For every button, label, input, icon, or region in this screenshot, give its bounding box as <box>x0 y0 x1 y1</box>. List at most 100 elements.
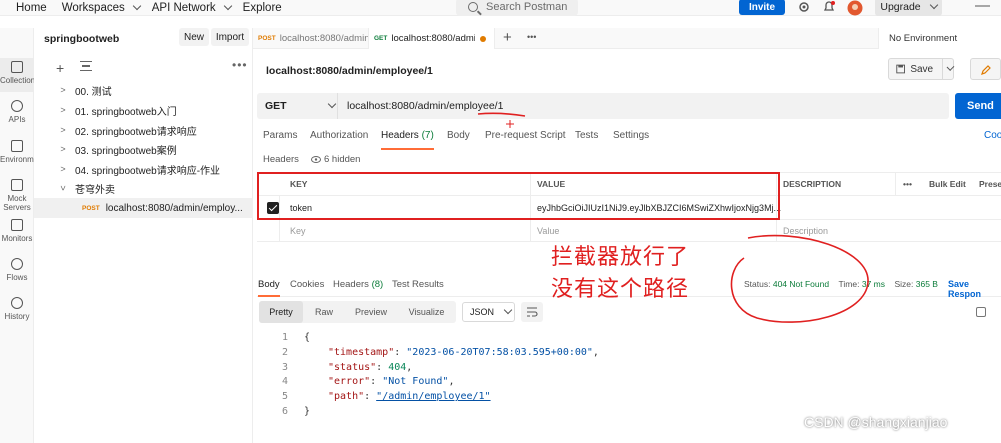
edit-button[interactable] <box>970 58 1001 80</box>
chevron-down-icon: > <box>58 185 68 191</box>
new-label: New <box>183 31 204 43</box>
save-button[interactable]: Save <box>888 58 955 80</box>
tab-prerequest-script[interactable]: Pre-request Script <box>485 130 566 150</box>
tab-response-cookies[interactable]: Cookies <box>290 279 324 297</box>
collection-item[interactable]: >00. 测试 <box>34 80 253 100</box>
header-key-cell[interactable]: token <box>284 196 312 219</box>
tab-test-results[interactable]: Test Results <box>392 279 444 297</box>
column-key: KEY <box>290 179 308 189</box>
description-input[interactable]: Description <box>777 220 828 241</box>
gear-icon[interactable] <box>797 0 811 14</box>
column-description: DESCRIPTION <box>783 179 842 189</box>
collection-label: 苍穹外卖 <box>75 184 115 196</box>
copy-icon[interactable] <box>976 307 986 317</box>
nav-home[interactable]: Home <box>16 0 50 16</box>
view-pretty[interactable]: Pretty <box>259 301 303 323</box>
bulk-edit-button[interactable]: Bulk Edit <box>923 173 966 195</box>
send-label: Send <box>967 100 994 112</box>
comma: , <box>448 376 455 388</box>
collection-item[interactable]: >04. springbootweb请求响应-作业 <box>34 159 253 179</box>
search-input[interactable]: Search Postman <box>456 0 578 16</box>
chevron-down-icon[interactable] <box>946 63 955 71</box>
upgrade-button[interactable]: Upgrade <box>875 0 942 16</box>
tab-settings[interactable]: Settings <box>613 130 649 150</box>
nav-explore[interactable]: Explore <box>243 0 285 16</box>
json-link-value[interactable]: "/admin/employee/1" <box>376 390 490 405</box>
rail-mock-servers[interactable]: Mock Servers <box>0 179 34 212</box>
more-icon[interactable]: ••• <box>232 58 248 72</box>
json-value: 404 <box>388 361 407 373</box>
more-tabs-icon[interactable]: ••• <box>527 32 536 42</box>
collection-item[interactable]: > 苍穹外卖 <box>34 178 253 198</box>
nav-api-network[interactable]: API Network <box>151 0 232 16</box>
view-visualize[interactable]: Visualize <box>397 301 456 323</box>
value-input[interactable]: Value <box>531 220 559 241</box>
rail-collections[interactable]: Collections <box>0 58 39 92</box>
invite-button[interactable]: Invite <box>739 0 785 15</box>
tab-response-headers[interactable]: Headers (8) <box>333 279 383 297</box>
collection-item[interactable]: >01. springbootweb入门 <box>34 100 253 120</box>
nav-api-network-label: API Network <box>151 2 216 14</box>
filter-icon[interactable] <box>80 61 92 71</box>
tab-response-body[interactable]: Body <box>258 279 280 297</box>
key-input[interactable]: Key <box>284 220 306 241</box>
row-checkbox[interactable] <box>261 196 279 219</box>
method-tag: POST <box>258 35 276 42</box>
import-button[interactable]: Import <box>211 28 249 46</box>
column-value: VALUE <box>537 179 566 189</box>
upgrade-label: Upgrade <box>880 1 921 13</box>
format-select[interactable]: JSON <box>462 302 515 322</box>
tab-body[interactable]: Body <box>447 130 470 150</box>
cookies-link[interactable]: Coo <box>984 130 1001 150</box>
tab-params[interactable]: Params <box>263 130 297 150</box>
method-select[interactable]: GET <box>257 93 338 119</box>
minimize-icon[interactable]: — <box>975 0 990 14</box>
environment-select[interactable]: No Environment <box>878 28 1001 49</box>
divider <box>530 220 531 241</box>
annotation-text-line2: 没有这个路径 <box>551 277 690 302</box>
collection-item[interactable]: >02. springbootweb请求响应 <box>34 120 253 140</box>
chevron-down-icon <box>503 305 513 315</box>
workspace-name[interactable]: springbootweb <box>44 33 119 45</box>
tab-tests[interactable]: Tests <box>575 130 598 150</box>
tab-request-post[interactable]: POST localhost:8080/admin/e <box>253 28 369 49</box>
colon: : <box>394 346 407 358</box>
tab-request-get[interactable]: GET localhost:8080/admin/ <box>369 28 495 49</box>
tab-headers[interactable]: Headers (7) <box>381 130 434 150</box>
view-preview[interactable]: Preview <box>345 301 397 323</box>
rail-flows[interactable]: Flows <box>0 258 34 282</box>
status-value[interactable]: 404 Not Found <box>773 279 829 289</box>
save-response-button[interactable]: Save Respon <box>948 279 1001 299</box>
collection-item[interactable]: >03. springbootweb案例 <box>34 139 253 159</box>
more-icon[interactable]: ••• <box>897 173 912 195</box>
rail-apis[interactable]: APIs <box>0 100 34 124</box>
collection-label: 01. springbootweb入门 <box>75 106 177 118</box>
url-input[interactable]: localhost:8080/admin/employee/1 <box>347 100 503 112</box>
header-value-cell[interactable]: eyJhbGciOiJIUzI1NiJ9.eyJlbXBJZCI6MSwiZXh… <box>531 196 781 219</box>
nav-workspaces[interactable]: Workspaces <box>62 0 141 16</box>
tab-headers-label: Headers <box>381 130 419 141</box>
bell-icon[interactable] <box>822 0 836 14</box>
presets-button[interactable]: Prese <box>973 173 1001 195</box>
colon: : <box>370 376 383 388</box>
tab-authorization[interactable]: Authorization <box>310 130 368 150</box>
response-body[interactable]: 1{ 2 "timestamp": "2023-06-20T07:58:03.59… <box>276 331 599 420</box>
rail-monitors[interactable]: Monitors <box>0 219 34 243</box>
plus-icon[interactable]: + <box>56 60 64 76</box>
import-label: Import <box>215 31 245 43</box>
new-button[interactable]: New <box>179 28 209 46</box>
avatar[interactable] <box>847 0 863 16</box>
size-value[interactable]: 365 B <box>916 279 938 289</box>
new-tab-button[interactable]: + <box>503 29 512 46</box>
request-item[interactable]: POST localhost:8080/admin/employ... <box>34 198 253 218</box>
time-value[interactable]: 37 ms <box>862 279 885 289</box>
line-number: 6 <box>281 405 288 417</box>
rail-environments[interactable]: Environments <box>0 140 49 164</box>
wrap-lines-button[interactable] <box>521 302 543 322</box>
hidden-headers-toggle[interactable]: 6 hidden <box>324 154 360 165</box>
rail-history[interactable]: History <box>0 297 34 321</box>
send-button[interactable]: Send <box>955 93 1001 119</box>
workspace-sidebar: springbootweb New Import + ••• >00. 测试 >… <box>34 28 253 443</box>
view-raw[interactable]: Raw <box>303 301 345 323</box>
apis-icon <box>11 100 23 112</box>
